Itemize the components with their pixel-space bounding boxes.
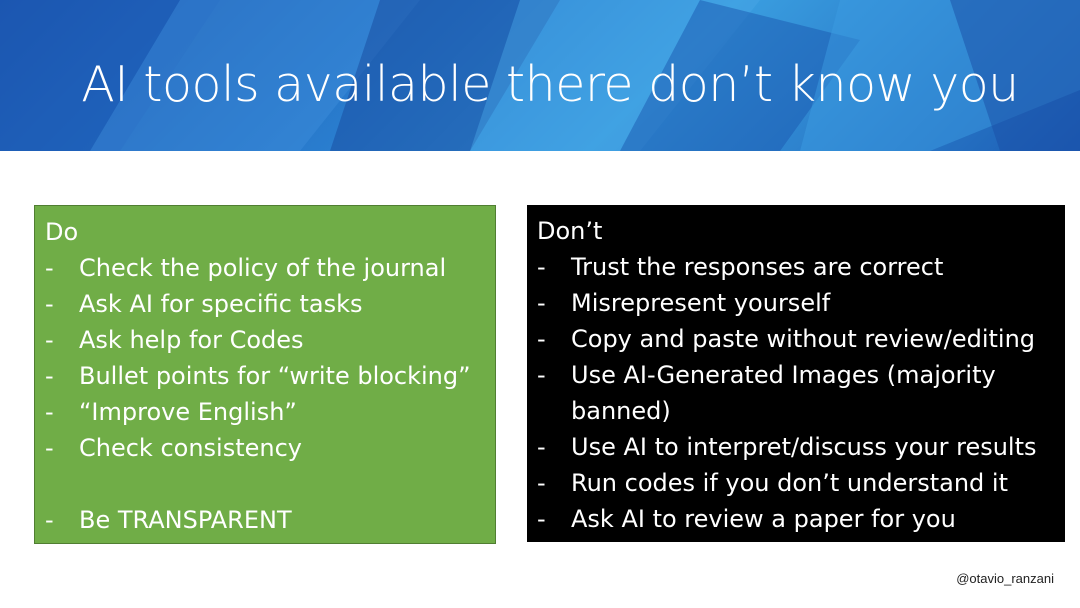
list-item-text: Check consistency xyxy=(79,434,303,462)
list-item-text: Use AI-Generated Images (majority banned… xyxy=(571,361,996,425)
list-item-text: Ask AI to review a paper for you xyxy=(571,505,956,533)
list-item: - Misrepresent yourself xyxy=(537,289,831,317)
list-item: - Check consistency xyxy=(45,434,303,462)
list-item: - Check the policy of the journal xyxy=(45,254,447,282)
dont-panel: Don’t - Trust the responses are correct -… xyxy=(527,205,1065,542)
list-item: - Ask help for Codes xyxy=(45,326,304,354)
list-item: - Run codes if you don’t understand it xyxy=(537,469,1008,497)
list-item: - Copy and paste without review/editing xyxy=(537,325,1036,353)
do-heading: Do xyxy=(45,218,79,246)
list-item-text: Ask AI for specific tasks xyxy=(79,290,363,318)
list-item-text: Bullet points for “write blocking” xyxy=(79,362,471,390)
list-item-text: Misrepresent yourself xyxy=(571,289,831,317)
author-credit: @otavio_ranzani xyxy=(956,571,1054,586)
list-item: - Be TRANSPARENT xyxy=(45,506,292,534)
list-item: - Bullet points for “write blocking” xyxy=(45,362,471,390)
list-item: - Use AI to interpret/discuss your result… xyxy=(537,433,1037,461)
list-item: - Trust the responses are correct xyxy=(537,253,944,281)
list-item: - Ask AI for specific tasks xyxy=(45,290,363,318)
list-item: - Use AI-Generated Images (majority banne… xyxy=(537,361,996,425)
list-item-text: Check the policy of the journal xyxy=(79,254,447,282)
list-item-text: “Improve English” xyxy=(79,398,297,426)
list-item-text: Trust the responses are correct xyxy=(571,253,944,281)
header-banner: AI tools available there don’t know you xyxy=(0,0,1080,151)
list-item-text: Copy and paste without review/editing xyxy=(571,325,1036,353)
dont-list: - Trust the responses are correct - Misrep… xyxy=(537,249,1055,537)
do-panel: Do - Check the policy of the journal - Ask… xyxy=(34,205,496,544)
list-item: - Ask AI to review a paper for you xyxy=(537,505,956,533)
list-item-text: Ask help for Codes xyxy=(79,326,304,354)
list-item-text: Use AI to interpret/discuss your results xyxy=(571,433,1037,461)
dont-heading: Don’t xyxy=(537,217,603,245)
list-item: - “Improve English” xyxy=(45,398,297,426)
list-item-text: Be TRANSPARENT xyxy=(79,506,292,534)
slide-title: AI tools available there don’t know you xyxy=(81,56,1019,113)
do-list: - Check the policy of the journal - Ask AI… xyxy=(45,250,485,538)
list-item-text: Run codes if you don’t understand it xyxy=(571,469,1008,497)
list-spacer xyxy=(45,466,485,502)
